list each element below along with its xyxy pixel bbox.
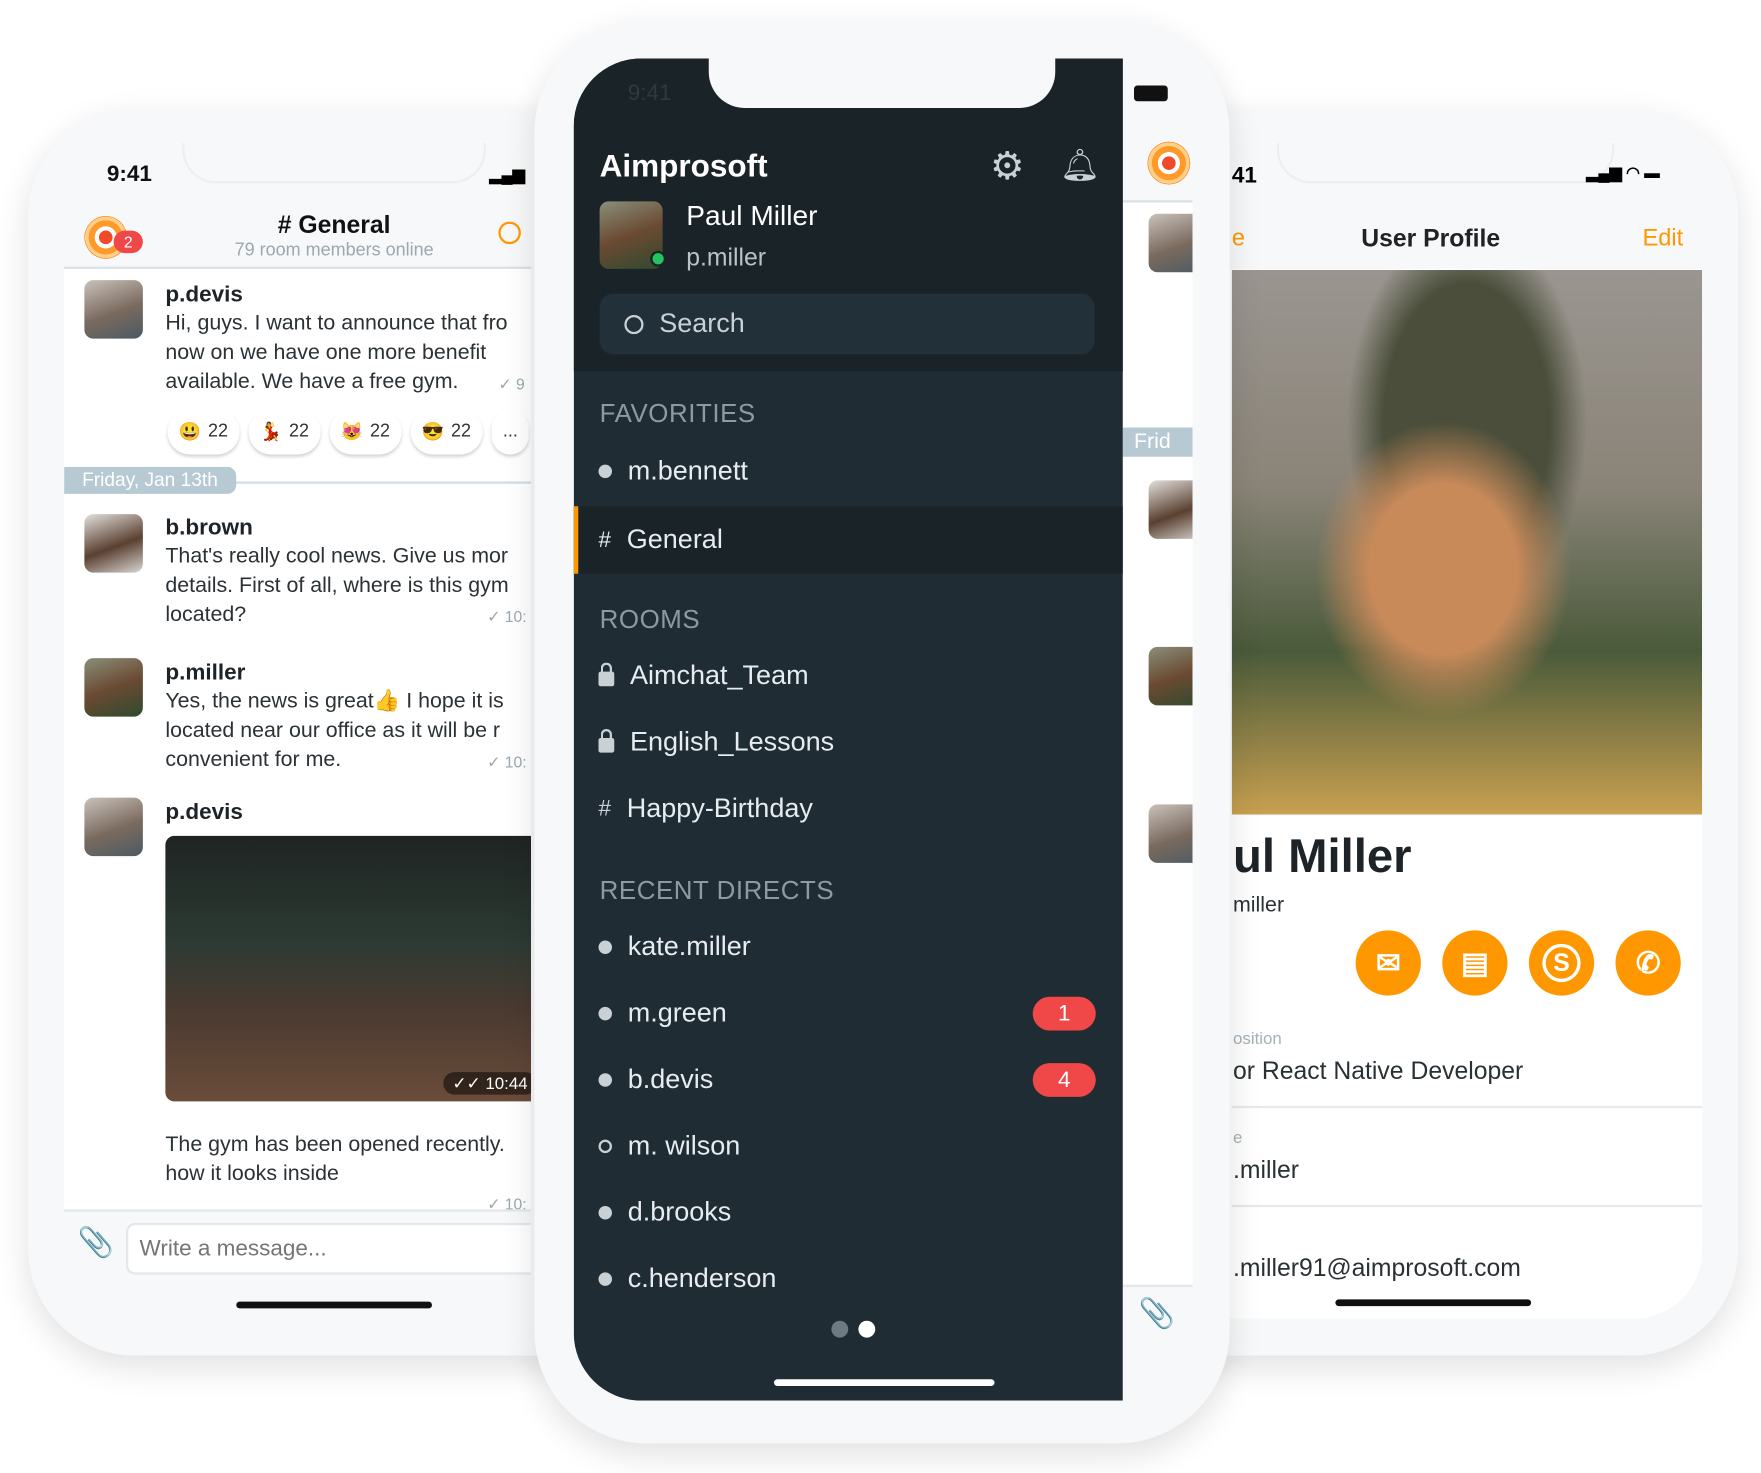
date-divider: Friday, Jan 13th (64, 466, 236, 494)
rooms-header: ROOMS (599, 604, 701, 634)
favorite-item-general[interactable]: # General (573, 506, 1123, 574)
sidebar-screen: Frid 📎 9:41 Aimprosoft ⚙ 🔔︎ Paul Miller … (573, 58, 1193, 1401)
sidebar: 9:41 Aimprosoft ⚙ 🔔︎ Paul Miller p.mille… (573, 58, 1123, 1401)
attach-icon[interactable]: 📎 (78, 1225, 114, 1260)
bell-icon[interactable]: 🔔︎ (1060, 146, 1100, 183)
reaction-chip[interactable]: 😃 22 (167, 409, 240, 455)
position-label: osition (1233, 1029, 1282, 1049)
direct-item[interactable]: m. wilson (574, 1114, 1123, 1179)
username-label: e (1233, 1128, 1243, 1148)
message-text: Hi, guys. I want to announce that fro now… (165, 311, 508, 394)
message-button[interactable]: ▤ (1442, 930, 1508, 996)
avatar[interactable] (1148, 646, 1193, 706)
channel-title: # General (277, 210, 391, 239)
battery-icon (1134, 85, 1168, 102)
direct-item[interactable]: m.green 1 (574, 981, 1123, 1046)
avatar[interactable] (1148, 480, 1193, 539)
signal-wifi-battery-icon: ▂▄▆ ◠ ▬ (1586, 163, 1660, 182)
room-item[interactable]: Aimchat_Team (574, 644, 1123, 709)
profile-name: ul Miller (1233, 829, 1412, 882)
profile-photo (1231, 270, 1703, 815)
profile-title: User Profile (1361, 223, 1501, 252)
home-indicator (774, 1379, 995, 1386)
message-author: p.devis (165, 799, 243, 825)
phone-icon: ✆ (1635, 945, 1661, 980)
status-time: 41 (1231, 163, 1257, 188)
status-time: 9:41 (627, 81, 672, 106)
avatar[interactable] (84, 280, 143, 339)
page-dot[interactable] (831, 1320, 849, 1338)
recent-directs-header: RECENT DIRECTS (599, 875, 835, 905)
avatar[interactable] (1148, 804, 1193, 863)
online-indicator (650, 250, 666, 267)
chat-screen: 9:41 ▂▄▆ 2 # General 79 room members onl… (64, 142, 531, 1319)
message-text: That's really cool news. Give us mor deta… (165, 544, 509, 627)
email-value[interactable]: .miller91@aimprosoft.com (1233, 1253, 1521, 1282)
skype-button[interactable]: S (1528, 930, 1595, 996)
reaction-chip[interactable]: 😎 22 (410, 409, 483, 455)
photo-time: ✓✓ 10:44 (443, 1072, 531, 1095)
direct-item[interactable]: c.henderson (574, 1247, 1123, 1312)
settings-icon[interactable]: ⚙ (990, 144, 1024, 189)
profile-screen: 41 ▂▄▆ ◠ ▬ e User Profile Edit ul Miller… (1192, 142, 1703, 1319)
reaction-chip[interactable]: 💃 22 (248, 409, 321, 455)
skype-icon: S (1542, 943, 1581, 983)
avatar[interactable] (84, 658, 143, 717)
back-button[interactable]: e (1232, 225, 1245, 252)
avatar[interactable] (1148, 213, 1193, 273)
message-time: ✓ 10: (487, 607, 527, 626)
message-author: b.brown (165, 515, 253, 540)
signal-icon: ▂▄▆ (489, 165, 525, 184)
search-input[interactable]: Search (599, 293, 1095, 355)
avatar[interactable] (84, 797, 143, 857)
message-input[interactable] (126, 1222, 531, 1275)
page-dot-active[interactable] (858, 1320, 876, 1338)
unread-badge: 4 (1032, 1063, 1096, 1097)
message-text: Yes, the news is great👍 I hope it is loca… (165, 689, 504, 772)
user-name: Paul Miller (686, 200, 818, 232)
favorites-header: FAVORITIES (599, 398, 756, 428)
notch (708, 58, 1056, 108)
message-author: p.miller (165, 660, 246, 686)
search-icon (624, 314, 644, 334)
username-value: .miller (1233, 1155, 1300, 1184)
direct-item[interactable]: kate.miller (574, 915, 1123, 980)
lock-icon (598, 662, 615, 686)
avatar[interactable] (84, 514, 143, 573)
status-time: 9:41 (106, 162, 152, 187)
search-icon[interactable] (498, 221, 521, 245)
message-time: ✓ 10: (487, 752, 527, 771)
room-item[interactable]: # Happy-Birthday (574, 776, 1123, 841)
message-time: ✓ 9 (498, 374, 525, 393)
message-author: p.devis (165, 282, 243, 308)
mail-icon: ✉ (1375, 945, 1401, 980)
date-divider-peek: Frid (1122, 427, 1193, 457)
gym-photo[interactable]: ✓✓ 10:44 (165, 835, 531, 1102)
user-handle: p.miller (686, 243, 767, 272)
edit-button[interactable]: Edit (1643, 225, 1684, 252)
members-online: 79 room members online (234, 240, 434, 260)
favorite-item[interactable]: m.bennett (574, 439, 1123, 504)
message-text: The gym has been opened recently. how it … (165, 1132, 505, 1186)
attach-icon[interactable]: 📎 (1139, 1296, 1175, 1331)
room-item[interactable]: English_Lessons (574, 710, 1123, 775)
reaction-chip[interactable]: 😻 22 (329, 409, 402, 455)
direct-item[interactable]: d.brooks (574, 1180, 1123, 1245)
home-indicator (236, 1301, 432, 1309)
lock-icon (598, 728, 615, 753)
app-logo-icon[interactable] (1147, 141, 1191, 185)
more-reactions-button[interactable]: ... (491, 409, 530, 455)
position-value: or React Native Developer (1233, 1056, 1524, 1085)
mail-button[interactable]: ✉ (1355, 930, 1421, 996)
call-button[interactable]: ✆ (1615, 930, 1681, 996)
unread-badge: 1 (1032, 996, 1096, 1031)
home-indicator (1335, 1299, 1532, 1307)
workspace-title: Aimprosoft (599, 148, 768, 184)
direct-item[interactable]: b.devis 4 (574, 1047, 1123, 1112)
profile-handle: miller (1233, 893, 1285, 917)
chat-icon: ▤ (1461, 945, 1489, 980)
